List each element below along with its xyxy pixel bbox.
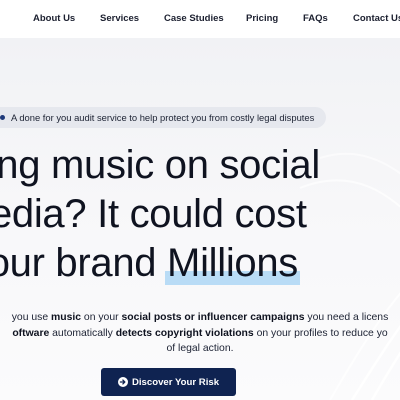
- nav-link-contact-us[interactable]: Contact Us: [353, 13, 400, 24]
- subcopy-line-2: oftware automatically detects copyright …: [0, 326, 400, 342]
- subcopy-bold: social posts or influencer campaigns: [121, 312, 305, 323]
- subcopy-text: on your: [81, 312, 122, 323]
- badge-text: A done for you audit service to help pro…: [11, 112, 315, 123]
- headline-line-3-prefix: your brand: [0, 241, 157, 285]
- arrow-circle-right-icon: [117, 377, 128, 387]
- headline-line-3: your brand Millions: [0, 239, 320, 288]
- subcopy-text: automatically: [49, 327, 116, 339]
- nav-link-services[interactable]: Services: [100, 13, 139, 24]
- subcopy-line-3: of legal action.: [166, 343, 234, 354]
- discover-risk-button[interactable]: Discover Your Risk: [101, 368, 236, 396]
- subcopy-bold: music: [51, 312, 82, 323]
- hero-subcopy: you use music on your social posts or in…: [0, 310, 400, 357]
- subcopy-text: you need a licens: [304, 312, 389, 323]
- hero-section: A done for you audit service to help pro…: [0, 38, 400, 400]
- service-badge: A done for you audit service to help pro…: [0, 107, 327, 128]
- subcopy-bold: detects copyright violations: [115, 327, 254, 339]
- headline-highlight-text: Millions: [167, 241, 299, 285]
- subcopy-text: on your profiles to reduce yo: [253, 327, 388, 339]
- nav-link-faqs[interactable]: FAQs: [303, 13, 328, 24]
- hero-headline: sing music on social nedia? It could cos…: [0, 141, 320, 288]
- headline-line-2: nedia? It could cost: [0, 192, 307, 236]
- headline-highlight: Millions: [165, 239, 301, 288]
- cta-label: Discover Your Risk: [131, 376, 220, 388]
- nav-link-pricing[interactable]: Pricing: [246, 13, 278, 24]
- subcopy-bold: oftware: [12, 327, 50, 339]
- nav-link-about-us[interactable]: About Us: [33, 13, 75, 24]
- subcopy-text: you use: [11, 312, 51, 323]
- subcopy-line-1: you use music on your social posts or in…: [0, 310, 400, 326]
- badge-dot-icon: [0, 115, 5, 120]
- nav-link-case-studies[interactable]: Case Studies: [164, 13, 224, 24]
- top-navigation: About Us Services Case Studies Pricing F…: [0, 0, 400, 38]
- headline-line-1: sing music on social: [0, 143, 320, 187]
